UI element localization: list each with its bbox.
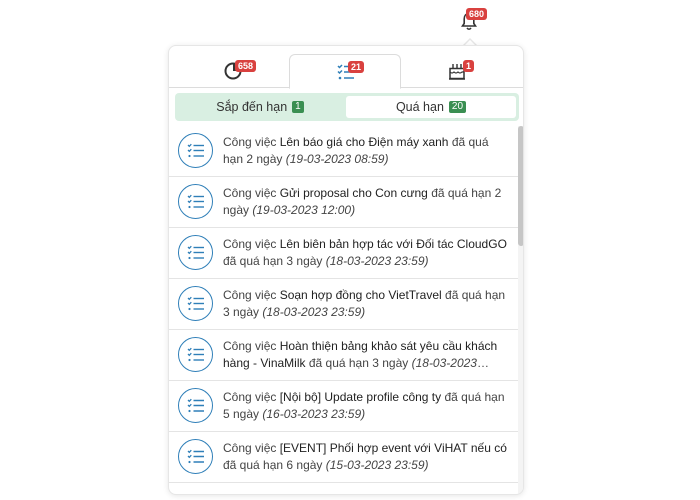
- task-item-icon: [178, 133, 213, 168]
- list-scrollbar[interactable]: [518, 126, 523, 494]
- task-name: Lên biên bản hợp tác với Đối tác CloudGO: [279, 237, 507, 251]
- task-item-icon: [178, 439, 213, 474]
- task-item-icon: [178, 184, 213, 219]
- list-item[interactable]: Công việc Hoàn thiện bảng khảo sát yêu c…: [169, 330, 519, 381]
- notification-text: Công việc [Nội bộ] Update profile công t…: [223, 390, 505, 421]
- deadline-time: (18-03-2023 23:59): [262, 305, 366, 319]
- notification-text: Công việc Soạn hợp đồng cho VietTravel đ…: [223, 288, 506, 319]
- tab-birthdays-badge: 1: [463, 60, 475, 72]
- subtab-overdue[interactable]: Quá hạn 20: [346, 96, 516, 118]
- task-name: [EVENT] Phối hợp event với ViHAT nếu có: [279, 441, 507, 455]
- scrollbar-thumb[interactable]: [518, 126, 523, 246]
- bell-count-badge: 680: [466, 8, 488, 20]
- list-item[interactable]: Công việc [EVENT] Phối hợp event với ViH…: [169, 432, 519, 483]
- task-item-icon: [178, 235, 213, 270]
- notification-tabs: 658 21 1: [169, 46, 523, 89]
- list-item[interactable]: Công việc Lên biên bản hợp tác với Đối t…: [169, 228, 519, 279]
- deadline-time: (19-03-2023 08:59): [285, 152, 389, 166]
- notification-panel: 658 21 1 Sắp đến hạn 1 Quá hạn 20 Công v…: [168, 45, 524, 495]
- list-item[interactable]: Công việc Soạn hợp đồng cho VietTravel đ…: [169, 279, 519, 330]
- notification-bell-button[interactable]: 680: [459, 8, 489, 38]
- task-name: Gửi proposal cho Con cưng: [279, 186, 428, 200]
- tab-birthdays[interactable]: 1: [401, 54, 513, 88]
- list-item[interactable]: Công việc [Nội bộ] Update profile công t…: [169, 381, 519, 432]
- task-name: [Nội bộ] Update profile công ty: [279, 390, 442, 404]
- notification-text: Công việc [EVENT] Phối hợp event với ViH…: [223, 441, 507, 472]
- task-name: Soạn hợp đồng cho VietTravel: [279, 288, 442, 302]
- tab-reminders-badge: 658: [235, 60, 257, 72]
- notification-text: Công việc Gửi proposal cho Con cưng đã q…: [223, 186, 502, 217]
- deadline-time: (16-03-2023 23:59): [262, 407, 366, 421]
- tab-tasks-badge: 21: [348, 61, 365, 73]
- notification-text: Công việc Hoàn thiện bảng khảo sát yêu c…: [223, 338, 509, 372]
- subtab-overdue-count: 20: [448, 101, 467, 113]
- notification-list: Công việc Lên báo giá cho Điện máy xanh …: [169, 126, 519, 494]
- notification-text: Công việc Lên báo giá cho Điện máy xanh …: [223, 135, 489, 166]
- task-name: Lên báo giá cho Điện máy xanh: [279, 135, 449, 149]
- task-item-icon: [178, 337, 213, 372]
- task-item-icon: [178, 388, 213, 423]
- deadline-time: (15-03-2023 23:59): [325, 458, 429, 472]
- list-item[interactable]: Công việc Lên báo giá cho Điện máy xanh …: [169, 126, 519, 177]
- tab-reminders[interactable]: 658: [177, 54, 289, 88]
- tab-tasks[interactable]: 21: [289, 54, 401, 89]
- task-filter-tabs: Sắp đến hạn 1 Quá hạn 20: [175, 93, 519, 121]
- deadline-time: (18-03-2023 23:59): [325, 254, 429, 268]
- deadline-time: (19-03-2023 12:00): [252, 203, 356, 217]
- notification-text: Công việc Lên biên bản hợp tác với Đối t…: [223, 237, 507, 268]
- subtab-upcoming-count: 1: [292, 101, 304, 113]
- task-item-icon: [178, 286, 213, 321]
- subtab-overdue-label: Quá hạn: [395, 100, 444, 114]
- list-item[interactable]: Công việc Gửi proposal cho Con cưng đã q…: [169, 177, 519, 228]
- subtab-upcoming[interactable]: Sắp đến hạn 1: [175, 96, 345, 118]
- subtab-upcoming-label: Sắp đến hạn: [216, 100, 288, 114]
